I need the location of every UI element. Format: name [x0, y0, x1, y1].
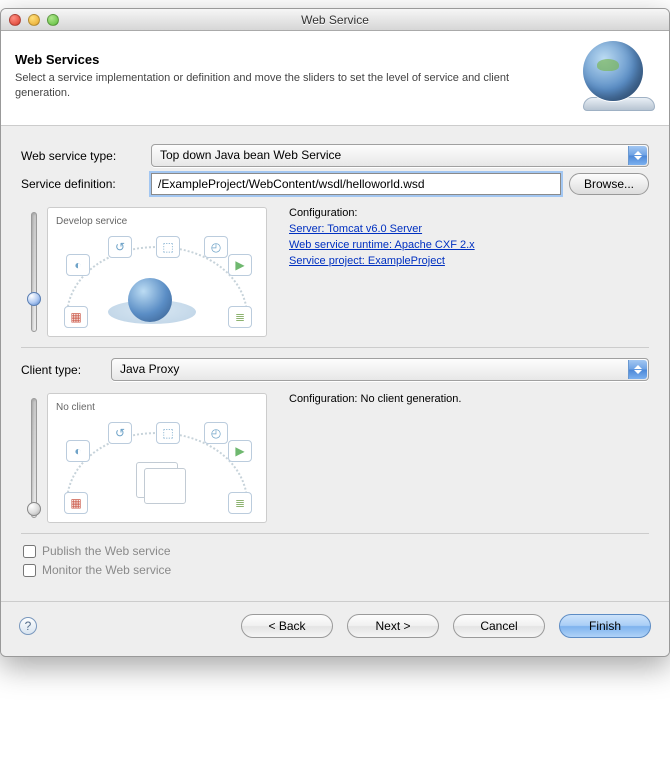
diagram-node-icon: ▦ [64, 306, 88, 328]
client-type-label: Client type: [21, 363, 111, 377]
footer: ? < Back Next > Cancel Finish [1, 601, 669, 656]
monitor-label: Monitor the Web service [42, 563, 171, 577]
diagram-node-icon: ▶ [228, 254, 252, 276]
next-button[interactable]: Next > [347, 614, 439, 638]
service-level-slider[interactable] [21, 207, 47, 337]
back-button[interactable]: < Back [241, 614, 333, 638]
web-service-type-select[interactable]: Top down Java bean Web Service [151, 144, 649, 167]
publish-checkbox[interactable] [23, 545, 36, 558]
service-definition-label: Service definition: [21, 177, 151, 191]
banner-heading: Web Services [15, 52, 515, 67]
client-diagram-caption: No client [56, 402, 258, 413]
dropdown-arrows-icon [628, 146, 647, 165]
diagram-node-icon: ◐ [66, 440, 90, 462]
service-config: Configuration: Server: Tomcat v6.0 Serve… [289, 207, 649, 271]
diagram-node-icon: ▶ [228, 440, 252, 462]
monitor-checkbox[interactable] [23, 564, 36, 577]
globe-icon [583, 41, 655, 111]
publish-checkbox-row[interactable]: Publish the Web service [23, 544, 649, 558]
window-title: Web Service [1, 13, 669, 27]
web-service-type-value: Top down Java bean Web Service [160, 148, 341, 162]
separator [21, 347, 649, 348]
browse-button[interactable]: Browse... [569, 173, 649, 195]
diagram-node-icon: ◴ [204, 236, 228, 258]
client-config-text: Configuration: No client generation. [289, 393, 649, 405]
banner-subtext: Select a service implementation or defin… [15, 71, 515, 101]
diagram-node-icon: ≣ [228, 492, 252, 514]
service-definition-input[interactable] [151, 173, 561, 195]
wizard-window: Web Service Web Services Select a servic… [0, 8, 670, 657]
web-service-type-label: Web service type: [21, 149, 151, 163]
monitor-checkbox-row[interactable]: Monitor the Web service [23, 563, 649, 577]
separator [21, 533, 649, 534]
runtime-link[interactable]: Web service runtime: Apache CXF 2.x [289, 239, 649, 251]
server-link[interactable]: Server: Tomcat v6.0 Server [289, 223, 649, 235]
dropdown-arrows-icon [628, 360, 647, 379]
publish-label: Publish the Web service [42, 544, 171, 558]
cancel-button[interactable]: Cancel [453, 614, 545, 638]
diagram-node-icon: ◐ [66, 254, 90, 276]
config-label: Configuration: [289, 207, 649, 219]
slider-thumb-icon[interactable] [27, 502, 41, 516]
client-level-slider[interactable] [21, 393, 47, 523]
content-area: Web service type: Top down Java bean Web… [1, 126, 669, 601]
diagram-node-icon: ⬚ [156, 236, 180, 258]
diagram-node-icon: ↺ [108, 422, 132, 444]
diagram-node-icon: ↺ [108, 236, 132, 258]
finish-button[interactable]: Finish [559, 614, 651, 638]
service-diagram-caption: Develop service [56, 216, 258, 227]
service-diagram: Develop service ◐ ↺ ⬚ ◴ ▶ ▦ ≣ [47, 207, 267, 337]
client-config: Configuration: No client generation. [289, 393, 649, 409]
diagram-node-icon: ◴ [204, 422, 228, 444]
titlebar: Web Service [1, 9, 669, 31]
diagram-node-icon: ⬚ [156, 422, 180, 444]
banner: Web Services Select a service implementa… [1, 31, 669, 126]
diagram-node-icon: ▦ [64, 492, 88, 514]
project-link[interactable]: Service project: ExampleProject [289, 255, 649, 267]
client-type-value: Java Proxy [120, 362, 179, 376]
slider-thumb-icon[interactable] [27, 292, 41, 306]
help-icon[interactable]: ? [19, 617, 37, 635]
diagram-node-icon: ≣ [228, 306, 252, 328]
client-type-select[interactable]: Java Proxy [111, 358, 649, 381]
client-diagram: No client ◐ ↺ ⬚ ◴ ▶ ▦ ≣ [47, 393, 267, 523]
